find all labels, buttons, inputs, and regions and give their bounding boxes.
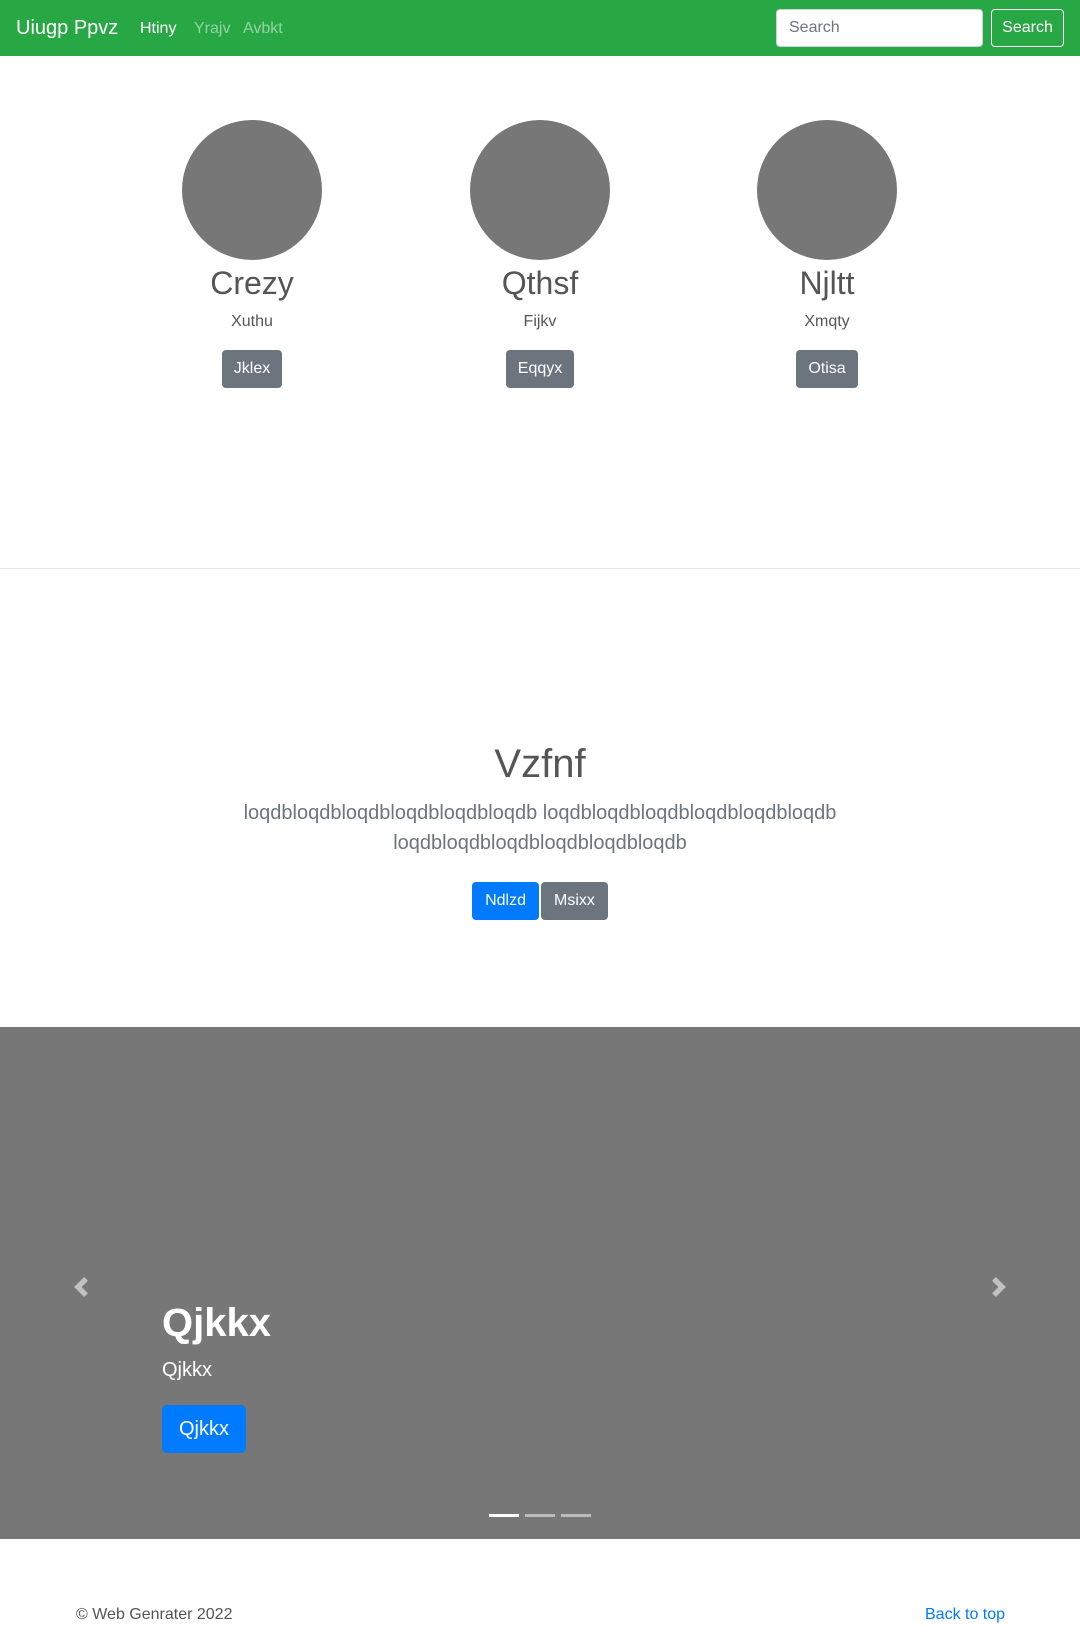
back-to-top-link[interactable]: Back to top	[925, 1605, 1005, 1625]
carousel-indicators	[489, 1510, 593, 1522]
member-role: Fijkv	[523, 313, 557, 330]
nav-link-htiny[interactable]: Htiny	[140, 17, 176, 41]
chevron-left-icon	[74, 1277, 88, 1297]
member-button[interactable]: Eqqyx	[505, 350, 575, 388]
carousel-button[interactable]: Qjkkx	[162, 1405, 246, 1453]
member-role: Xmqty	[804, 313, 850, 330]
chevron-right-icon	[992, 1277, 1006, 1297]
carousel-title: Qjkkx	[162, 1301, 271, 1345]
member-role: Xuthu	[231, 313, 273, 330]
avatar	[470, 120, 610, 260]
avatar	[757, 120, 897, 260]
carousel-indicator[interactable]	[525, 1514, 555, 1517]
carousel-indicator[interactable]	[561, 1514, 591, 1517]
section-divider	[0, 568, 1080, 569]
member-button[interactable]: Otisa	[796, 350, 858, 388]
carousel-text: Qjkkx	[162, 1359, 212, 1381]
hero-buttons: Ndlzd Msixx	[0, 882, 1080, 920]
member-name: Qthsf	[501, 265, 579, 301]
hero-secondary-button[interactable]: Msixx	[541, 882, 608, 920]
navbar: Uiugp Ppvz Htiny Yrajv Avbkt Search	[0, 0, 1080, 56]
member-name: Crezy	[210, 265, 294, 301]
avatar	[182, 120, 322, 260]
search-button[interactable]: Search	[991, 9, 1064, 47]
footer-copyright: © Web Genrater 2022	[76, 1606, 233, 1623]
team-member-card: Qthsf Fijkv Eqqyx	[400, 120, 680, 388]
carousel: Qjkkx Qjkkx Qjkkx	[0, 1027, 1080, 1539]
member-name: Njltt	[799, 265, 855, 301]
search-input[interactable]	[776, 9, 983, 47]
team-member-card: Crezy Xuthu Jklex	[112, 120, 392, 388]
carousel-next-button[interactable]	[979, 1267, 1019, 1307]
brand-logo[interactable]: Uiugp Ppvz	[16, 14, 118, 42]
team-member-card: Njltt Xmqty Otisa	[687, 120, 967, 388]
carousel-indicator[interactable]	[489, 1514, 519, 1517]
carousel-prev-button[interactable]	[61, 1267, 101, 1307]
member-button[interactable]: Jklex	[221, 350, 283, 388]
hero-lead: loqdbloqdbloqdbloqdbloqdbloqdb loqdbloqd…	[243, 802, 837, 854]
nav-link-avbkt[interactable]: Avbkt	[243, 17, 283, 41]
nav-link-yrajv[interactable]: Yrajv	[194, 17, 230, 41]
carousel-caption: Qjkkx Qjkkx Qjkkx	[162, 1299, 271, 1453]
hero-primary-button[interactable]: Ndlzd	[472, 882, 539, 920]
hero-section: Vzfnf loqdbloqdbloqdbloqdbloqdbloqdb loq…	[0, 740, 1080, 920]
hero-title: Vzfnf	[494, 742, 586, 786]
